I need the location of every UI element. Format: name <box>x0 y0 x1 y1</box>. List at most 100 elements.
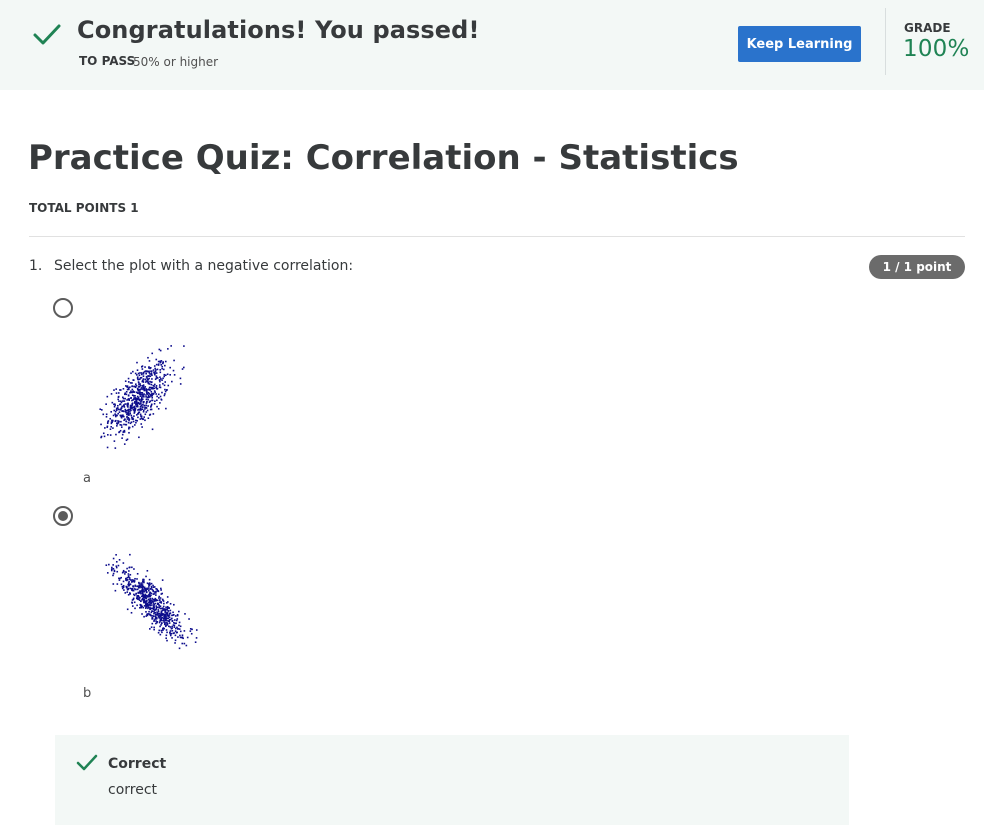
scatter-point <box>145 411 148 413</box>
scatter-point <box>119 403 122 405</box>
scatter-point <box>112 572 115 575</box>
scatter-point <box>142 375 145 377</box>
scatter-point <box>140 582 142 585</box>
scatter-point <box>135 400 138 402</box>
option-b-label: b <box>83 686 92 701</box>
scatter-point <box>162 605 165 608</box>
scatter-point <box>137 413 139 415</box>
scatter-point <box>100 436 102 439</box>
scatter-point <box>177 628 179 630</box>
scatter-point <box>126 579 128 582</box>
scatter-point <box>137 378 140 381</box>
scatter-point <box>152 586 155 588</box>
scatter-point <box>145 372 147 375</box>
scatter-point <box>159 395 162 398</box>
scatter-point <box>142 371 145 374</box>
scatter-point <box>128 431 130 434</box>
scatter-point <box>173 359 175 362</box>
scatter-point <box>134 372 137 375</box>
scatter-point <box>133 406 135 408</box>
scatter-point <box>124 418 126 421</box>
scatter-point <box>141 368 144 370</box>
option-b-radio[interactable] <box>53 506 73 526</box>
scatter-point <box>143 615 145 618</box>
scatter-point <box>143 416 146 418</box>
scatter-point <box>145 603 147 606</box>
scatter-point <box>167 610 170 612</box>
scatter-point <box>169 634 172 637</box>
scatter-point <box>145 406 147 409</box>
option-a-scatter-plot[interactable] <box>88 340 188 455</box>
scatter-point <box>165 634 168 637</box>
scatter-point <box>123 443 126 445</box>
scatter-point <box>125 423 128 426</box>
scatter-point <box>123 404 125 406</box>
scatter-point <box>178 647 181 650</box>
scatter-point <box>127 411 129 414</box>
scatter-point <box>157 631 160 634</box>
scatter-point <box>154 373 156 376</box>
scatter-point <box>162 619 165 622</box>
scatter-point <box>123 415 125 418</box>
scatter-point <box>112 427 114 429</box>
scatter-point <box>132 379 135 381</box>
scatter-point <box>149 380 151 383</box>
divider <box>29 236 965 237</box>
scatter-point <box>171 380 173 383</box>
scatter-point <box>155 617 157 620</box>
scatter-point <box>118 400 120 402</box>
scatter-point <box>164 360 167 363</box>
scatter-point <box>105 413 108 416</box>
quiz-title: Practice Quiz: Correlation - Statistics <box>28 138 739 178</box>
scatter-point <box>147 375 150 377</box>
scatter-point <box>181 368 184 370</box>
scatter-point <box>159 380 161 383</box>
scatter-point <box>129 566 131 569</box>
scatter-point <box>171 629 174 632</box>
scatter-point <box>148 594 151 597</box>
scatter-point <box>150 373 153 376</box>
scatter-point <box>140 423 143 425</box>
pass-banner: Congratulations! You passed! TO PASS 50%… <box>0 0 984 90</box>
scatter-point <box>142 578 144 581</box>
scatter-point <box>141 385 144 387</box>
scatter-point <box>154 370 157 373</box>
scatter-point <box>164 388 166 391</box>
scatter-point <box>150 585 153 588</box>
scatter-point <box>188 618 190 620</box>
scatter-point <box>122 400 124 402</box>
scatter-point <box>128 418 130 421</box>
scatter-point <box>125 420 128 423</box>
scatter-point <box>148 366 150 368</box>
scatter-point <box>136 405 139 408</box>
scatter-point <box>148 386 151 389</box>
scatter-point <box>165 611 167 614</box>
scatter-point <box>159 386 162 389</box>
scatter-point <box>169 612 171 615</box>
scatter-point <box>100 423 102 426</box>
scatter-point <box>129 422 132 425</box>
scatter-point <box>167 384 170 387</box>
scatter-point <box>131 388 134 391</box>
scatter-point <box>143 595 146 598</box>
scatter-point <box>123 429 126 432</box>
scatter-point <box>181 642 184 645</box>
scatter-point <box>142 401 145 403</box>
scatter-point <box>118 559 121 561</box>
scatter-point <box>102 413 105 416</box>
option-b-scatter-plot[interactable] <box>88 545 208 665</box>
keep-learning-button[interactable]: Keep Learning <box>738 26 861 62</box>
scatter-point <box>115 409 118 412</box>
scatter-point <box>151 378 153 380</box>
scatter-point <box>175 619 178 622</box>
scatter-point <box>147 378 149 381</box>
scatter-point <box>120 583 123 586</box>
scatter-point <box>155 377 158 379</box>
scatter-point <box>144 378 147 381</box>
scatter-point <box>151 399 153 402</box>
scatter-point <box>161 391 163 394</box>
scatter-point <box>166 631 168 634</box>
scatter-point <box>129 553 131 556</box>
scatter-point <box>166 612 169 614</box>
option-a-radio[interactable] <box>53 298 73 318</box>
